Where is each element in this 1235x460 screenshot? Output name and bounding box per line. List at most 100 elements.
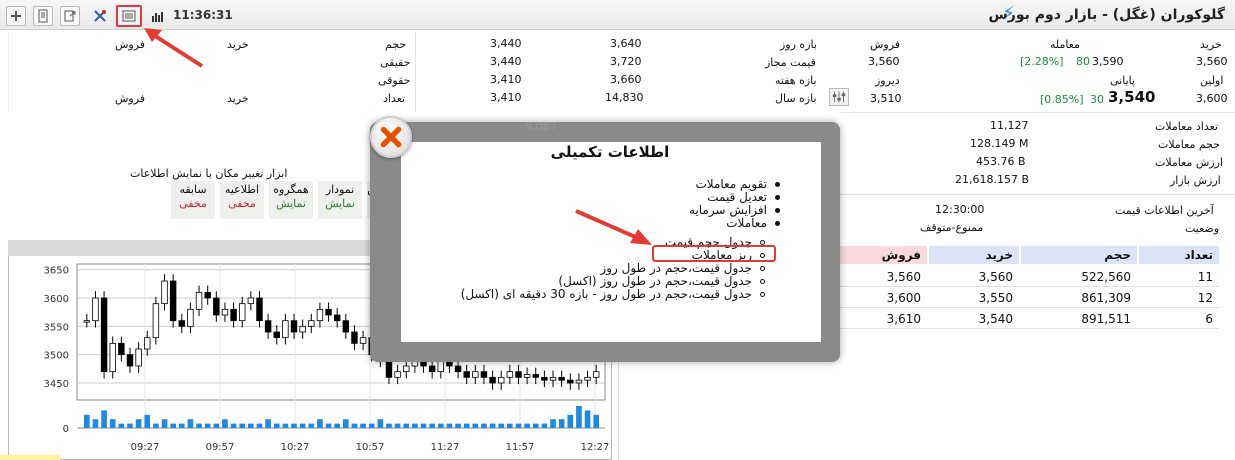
candle-body [480,371,488,378]
volume-bar [101,410,107,428]
row3-sell: 3,610 [886,312,921,326]
candle-body [161,280,168,305]
count-sell: فروش [115,92,146,105]
row2-sell: 3,600 [886,291,921,305]
page-title: گلوکوران (غگل) - بازار دوم بورس [988,7,1225,23]
candle-body [92,297,99,322]
header-sell: فروش [115,38,146,51]
volume-bar [178,423,185,428]
candle-body [308,320,315,327]
tool-peers[interactable]: همگروه نمایش [268,180,314,220]
quote-buy-value: 3,560 [1196,55,1228,68]
candle-body [204,291,211,299]
x-tick-label: 10:57 [356,442,385,453]
year-low: 3,410 [490,91,522,104]
volume-bar [507,423,513,428]
candle-body [359,337,367,344]
header-buy: خرید [227,38,249,51]
range-day-label: بازه روز [780,38,817,51]
deal-value: 3,590 [1092,55,1124,68]
candle-body [489,376,496,384]
volume-bar [377,419,384,428]
candle-body [100,297,108,373]
last-info-time: 12:30:00 [935,203,985,216]
stat-volume-label: حجم معاملات [1158,138,1221,151]
row1-sell: 3,560 [886,270,921,284]
candle-body [230,308,237,322]
volume-bar [472,423,479,428]
deal-change-pct: [2.28%] [1020,55,1064,68]
row3-volume: 891,511 [1081,312,1131,326]
document-icon[interactable] [33,6,53,26]
submenu-intraday-30min-excel[interactable]: جدول قیمت،حجم در طول روز - بازه 30 دقیقه… [461,288,765,301]
clock: 11:36:31 [173,8,233,22]
export-icon[interactable] [60,6,80,26]
row2-buy: 3,550 [978,291,1013,305]
volume-bar [118,423,125,428]
year-high: 14,830 [605,91,644,104]
tool-notices[interactable]: اطلاعیه مخفی [219,180,265,220]
candle-body [238,303,246,322]
candle-body [325,308,332,316]
y-tick-label: 3600 [44,294,69,305]
candle-body [385,359,393,378]
volume-bar [420,423,427,428]
stat-cap-value: 21,618.157 B [955,173,1030,186]
volume-bar [213,423,220,428]
volume-bar [334,423,340,428]
close-button[interactable] [370,116,412,158]
volume-bar [351,423,358,428]
last-label: پایانی [1110,74,1136,87]
candle-body [169,280,177,322]
volume-bar [343,419,349,428]
state-label: وضعیت [1185,222,1220,235]
volume-bar [455,423,461,428]
volume-bar [170,423,176,428]
candle-body [247,297,255,305]
tool-history[interactable]: سابقه مخفی [170,180,216,220]
volume-bar [222,419,228,428]
volume-bar [84,414,90,428]
volume-bar [463,423,470,428]
info-panel-button[interactable] [116,5,142,27]
candle-body [282,320,289,339]
yesterday-value: 3,510 [870,92,902,105]
settings-sliders-icon[interactable] [829,88,849,106]
add-icon[interactable] [6,6,26,26]
row1-volume: 522,560 [1081,270,1131,284]
last-change-abs: 30 [1090,93,1104,106]
count-buy: خرید [227,92,249,105]
volume-bar [239,423,246,428]
th-buy: خرید [985,248,1013,262]
candle-body [437,359,445,373]
volume-bar [153,423,159,428]
y-tick-label: 3650 [44,266,69,277]
candle-body [273,331,280,339]
candle-body [454,365,462,373]
volume-bar [394,423,401,428]
candle-body [575,379,583,384]
tools-icon[interactable] [90,6,110,26]
quote-deal-label: معامله [1050,38,1080,51]
candle-body [135,348,142,367]
volume-bar [256,423,263,428]
deal-change-abs: 80 [1076,55,1090,68]
hidden-value: 9,087 [525,120,557,133]
candle-body [541,376,548,381]
x-tick-label: 11:57 [506,442,535,453]
stat-trades-count-label: تعداد معاملات [1155,120,1218,133]
volume-bar [386,423,392,428]
tool-chart[interactable]: نمودار نمایش [317,180,363,220]
volume-bar [325,423,332,428]
volume-bar [127,423,133,428]
stat-volume-value: 128.149 M [970,137,1029,150]
volume-bar [524,423,530,428]
volume-bar [204,423,211,428]
candle-body [109,342,116,373]
candle-body [178,320,185,327]
volume-bar [317,419,323,428]
first-value: 3,600 [1196,92,1228,105]
volume-bar [187,419,194,428]
volume-bar [299,423,306,428]
stat-value-value: 453.76 B [976,155,1026,168]
